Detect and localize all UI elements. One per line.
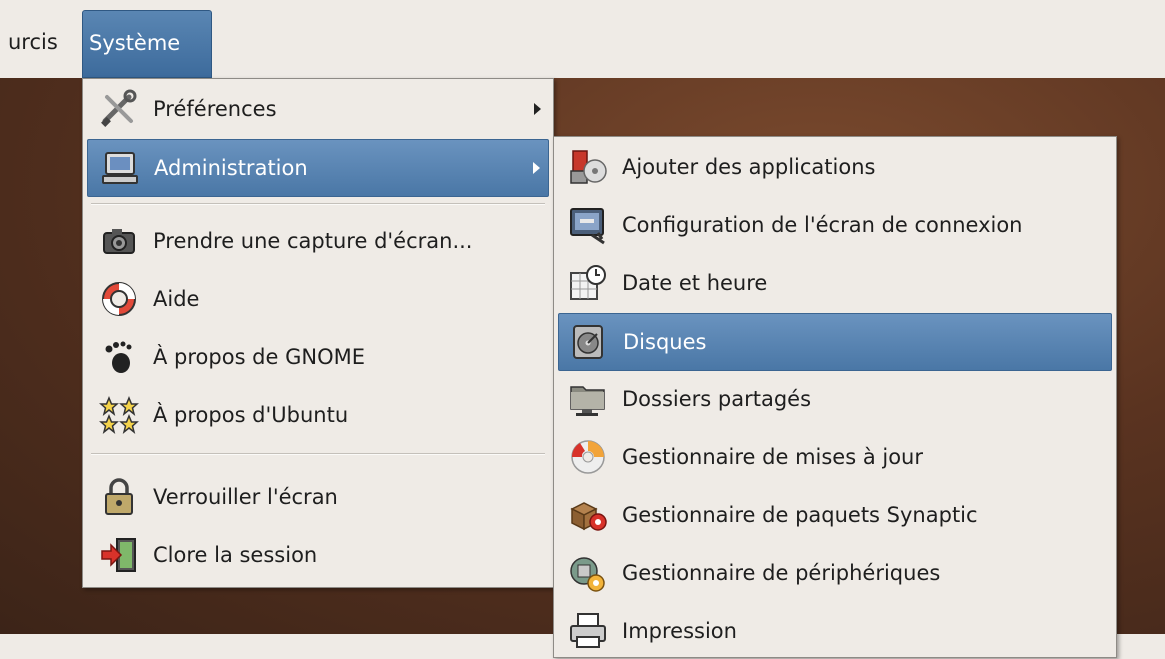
lifebuoy-icon <box>99 279 139 319</box>
administration-submenu: Ajouter des applications Configuration d… <box>553 136 1117 658</box>
menu-item-label: Configuration de l'écran de connexion <box>622 213 1023 237</box>
menu-item-login-screen-config[interactable]: Configuration de l'écran de connexion <box>558 197 1112 253</box>
panel-menu-raccourcis[interactable]: urcis <box>0 10 66 74</box>
gnome-foot-icon <box>99 337 139 377</box>
shared-folder-icon <box>568 379 608 419</box>
menu-item-label: Aide <box>153 287 200 311</box>
menu-item-lock-screen[interactable]: Verrouiller l'écran <box>87 469 549 525</box>
menu-item-synaptic[interactable]: Gestionnaire de paquets Synaptic <box>558 487 1112 543</box>
top-panel: urcis Système <box>0 0 1165 78</box>
submenu-arrow-icon <box>534 103 541 115</box>
menu-item-disks[interactable]: Disques <box>558 313 1112 371</box>
menu-item-label: Impression <box>622 619 737 643</box>
menu-item-label: Ajouter des applications <box>622 155 876 179</box>
menu-item-label: Date et heure <box>622 271 768 295</box>
device-manager-icon <box>568 553 608 593</box>
menu-item-about-ubuntu[interactable]: À propos d'Ubuntu <box>87 387 549 443</box>
menu-item-help[interactable]: Aide <box>87 271 549 327</box>
menu-item-label: Verrouiller l'écran <box>153 485 338 509</box>
system-menu: Préférences Administration Prendre une c… <box>82 78 554 588</box>
padlock-icon <box>99 477 139 517</box>
submenu-arrow-icon <box>533 162 540 174</box>
synaptic-package-icon <box>568 495 608 535</box>
printer-icon <box>568 611 608 651</box>
disk-icon <box>569 322 609 362</box>
logout-door-icon <box>99 535 139 575</box>
menu-separator <box>91 453 545 455</box>
menu-item-label: Gestionnaire de périphériques <box>622 561 941 585</box>
menu-separator <box>91 203 545 205</box>
calendar-clock-icon <box>568 263 608 303</box>
menu-item-label: À propos de GNOME <box>153 345 366 369</box>
menu-item-label: Disques <box>623 330 707 354</box>
menu-item-label: À propos d'Ubuntu <box>153 403 349 427</box>
menu-item-label: Dossiers partagés <box>622 387 812 411</box>
menu-item-logout[interactable]: Clore la session <box>87 527 549 583</box>
menu-item-label: Administration <box>154 156 308 180</box>
computer-admin-icon <box>100 148 140 188</box>
add-apps-icon <box>568 147 608 187</box>
menu-item-administration[interactable]: Administration <box>87 139 549 197</box>
menu-item-label: Gestionnaire de mises à jour <box>622 445 924 469</box>
login-screen-icon <box>568 205 608 245</box>
preferences-tools-icon <box>99 89 139 129</box>
menu-item-preferences[interactable]: Préférences <box>87 81 549 137</box>
menu-item-label: Gestionnaire de paquets Synaptic <box>622 503 978 527</box>
menu-item-device-manager[interactable]: Gestionnaire de périphériques <box>558 545 1112 601</box>
menu-item-screenshot[interactable]: Prendre une capture d'écran... <box>87 213 549 269</box>
camera-icon <box>99 221 139 261</box>
menu-item-printing[interactable]: Impression <box>558 603 1112 659</box>
stars-icon <box>99 395 139 435</box>
menu-item-about-gnome[interactable]: À propos de GNOME <box>87 329 549 385</box>
menu-item-date-time[interactable]: Date et heure <box>558 255 1112 311</box>
menu-item-add-applications[interactable]: Ajouter des applications <box>558 139 1112 195</box>
update-cd-icon <box>568 437 608 477</box>
panel-menu-systeme[interactable]: Système <box>82 10 212 78</box>
menu-item-shared-folders[interactable]: Dossiers partagés <box>558 371 1112 427</box>
menu-item-update-manager[interactable]: Gestionnaire de mises à jour <box>558 429 1112 485</box>
menu-item-label: Préférences <box>153 97 277 121</box>
menu-item-label: Clore la session <box>153 543 318 567</box>
menu-item-label: Prendre une capture d'écran... <box>153 229 473 253</box>
